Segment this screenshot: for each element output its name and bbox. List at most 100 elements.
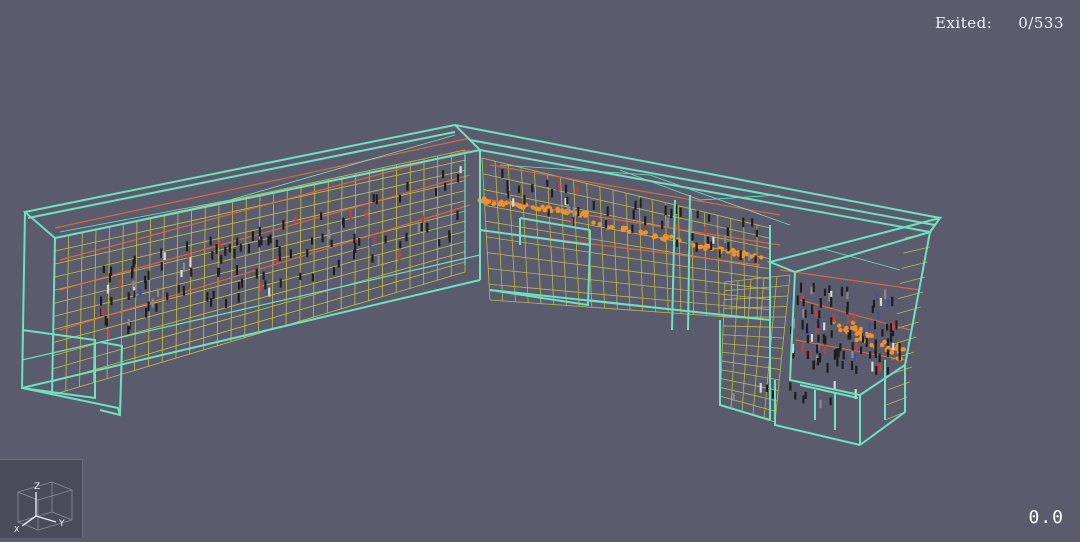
agent-on-stairs [886,346,890,350]
agent [186,241,188,251]
agent [507,191,509,198]
agent [132,281,134,288]
agent [803,299,805,306]
agent [512,198,514,206]
agent [635,201,637,210]
agent [680,208,682,217]
orientation-gizmo[interactable]: Z Y X [0,459,83,538]
agent [576,186,578,193]
agent [145,308,147,318]
simulation-viewport[interactable] [0,0,1080,538]
agent [295,215,297,223]
agent [676,239,678,247]
agent [180,270,182,277]
agent [863,328,865,337]
agent [259,227,261,237]
agent [877,311,879,321]
agent-on-stairs [556,209,560,213]
agent [887,349,889,357]
agent [712,237,714,244]
agent [183,286,185,296]
agent [210,237,212,246]
agent [820,400,822,409]
agent [719,249,721,257]
agent [886,324,888,331]
agent [131,266,133,274]
agent [806,323,808,333]
agent-on-stairs [498,202,502,206]
agent-on-stairs [638,229,642,233]
agent [670,209,672,218]
agent [110,297,112,305]
agent [697,210,699,218]
agent [457,174,459,182]
agent [818,310,820,318]
agent [751,218,753,226]
agent [890,323,892,332]
agent-on-stairs [565,211,569,215]
agent [322,234,324,242]
agent [807,335,809,343]
agent-on-stairs [627,230,631,234]
agent [805,392,807,399]
agent-on-stairs [620,228,624,232]
agent [800,283,802,293]
agent [830,297,832,307]
agent [828,293,830,301]
agent-on-stairs [838,328,842,332]
agent-on-stairs [504,201,508,205]
agent [873,300,875,308]
agent [833,313,835,322]
agent [876,294,878,301]
agent [333,267,335,275]
agent [869,351,871,358]
agent [551,189,553,198]
agent [805,310,807,318]
agent [810,287,812,295]
agent [268,288,270,297]
agent [879,354,881,363]
agent [733,393,735,401]
agent [128,292,130,300]
agent [406,182,408,191]
agent [631,225,633,233]
agent [692,233,694,240]
agent [824,345,826,354]
agent [373,194,375,202]
agent [127,326,129,335]
agent [320,212,322,220]
agent-on-stairs [759,255,763,259]
agent [817,319,819,328]
agent [855,366,857,374]
agent [238,282,240,290]
agent [328,229,330,239]
agent [827,363,829,373]
agent [220,255,222,264]
agent-on-stairs [890,350,894,354]
agent [523,195,525,204]
agent [134,256,136,264]
agent [848,332,850,339]
agent [306,249,308,257]
agent [839,343,841,351]
agent [376,194,378,204]
agent [727,227,729,236]
agent [160,249,162,259]
agent [565,185,567,193]
agent [577,207,579,216]
agent [607,206,609,216]
agent [210,298,212,307]
agent-on-stairs [483,198,487,202]
agent [573,207,575,217]
agent [258,240,260,248]
agent [133,290,135,297]
agent [241,278,243,287]
agent-on-stairs [662,238,666,242]
agent [435,188,437,196]
agent [847,315,849,323]
agent [276,240,278,247]
agent [566,197,568,205]
agent [456,211,458,220]
agent [378,256,380,266]
agent [399,241,401,248]
